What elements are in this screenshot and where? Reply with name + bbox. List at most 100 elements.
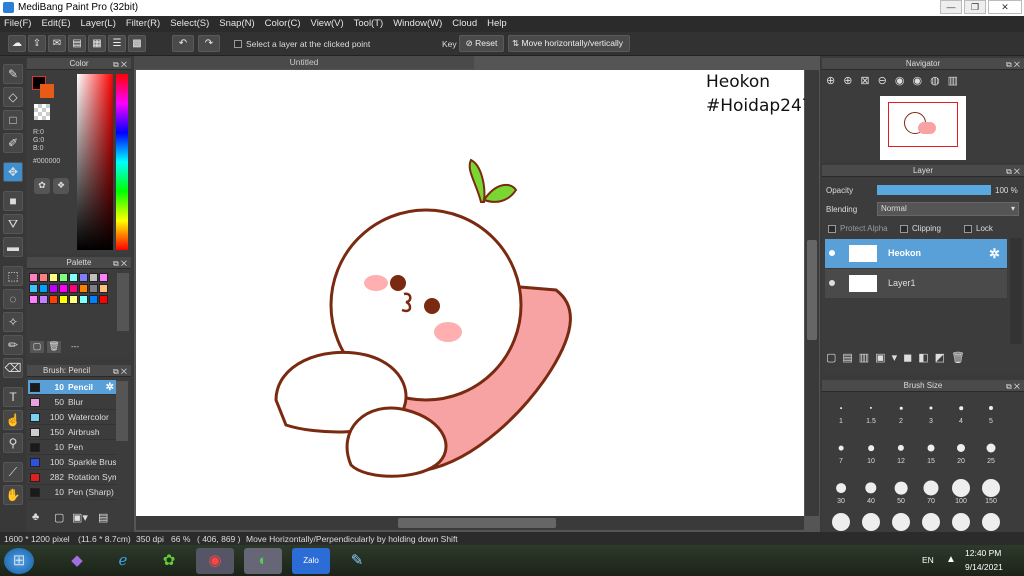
palette-scrollbar[interactable]	[117, 273, 129, 331]
brush-size-option[interactable]: 100	[946, 475, 976, 505]
hand-tool-icon[interactable]: ✋	[3, 485, 23, 505]
palette-swatch[interactable]	[49, 273, 58, 282]
comment-icon[interactable]: ✉	[48, 35, 66, 52]
brush-item[interactable]: 10 Pencil ✲	[28, 380, 116, 395]
color-mix-icon[interactable]: ❖	[53, 178, 69, 194]
brush-size-option[interactable]: 70	[916, 475, 946, 505]
brush-size-option[interactable]: 150	[976, 475, 1006, 505]
close-button[interactable]: ✕	[988, 0, 1022, 14]
minimize-button[interactable]: —	[940, 0, 962, 14]
brush-size-option[interactable]: 20	[946, 435, 976, 465]
layer-row-layer1[interactable]: Layer1	[825, 269, 1007, 298]
palette-swatch[interactable]	[79, 295, 88, 304]
palette-swatch[interactable]	[89, 295, 98, 304]
undo-icon[interactable]: ↶	[172, 35, 194, 52]
operation-tool-icon[interactable]: ☝	[3, 410, 23, 430]
brush-doc-icon[interactable]: ▤	[98, 511, 108, 524]
select-eraser-icon[interactable]: ⌫	[3, 358, 23, 378]
background-color-swatch[interactable]	[40, 84, 54, 98]
gear-icon[interactable]: ✲	[989, 239, 1000, 268]
palette-swatch[interactable]	[39, 273, 48, 282]
brush-item[interactable]: 150 Airbrush	[28, 425, 116, 440]
brush-size-option[interactable]: 15	[916, 435, 946, 465]
menu-select[interactable]: Select(S)	[170, 16, 209, 32]
brush-size-option[interactable]: 2	[886, 395, 916, 425]
clock-time[interactable]: 12:40 PM	[965, 548, 1001, 558]
reset-button[interactable]: ⊘ Reset	[459, 35, 504, 52]
gear-icon[interactable]: ✲	[106, 380, 114, 395]
palette-swatch[interactable]	[69, 295, 78, 304]
canvas-horizontal-scrollbar[interactable]	[136, 516, 804, 530]
list-icon[interactable]: ☰	[108, 35, 126, 52]
palette-swatch[interactable]	[29, 284, 38, 293]
bucket-tool-icon[interactable]: ⛛	[3, 214, 23, 234]
panel-close-icon[interactable]: ⧉ ✕	[113, 258, 127, 270]
delete-palette-icon[interactable]: 🗑	[47, 341, 61, 353]
visibility-icon[interactable]	[829, 280, 835, 286]
pen-tool-icon[interactable]: ✐	[3, 133, 23, 153]
new-brush-icon[interactable]: ▢	[54, 511, 64, 524]
menu-window[interactable]: Window(W)	[393, 16, 442, 32]
select-rect-icon[interactable]: ⬚	[3, 266, 23, 286]
restore-button[interactable]: ❐	[964, 0, 986, 14]
opacity-slider[interactable]	[877, 185, 991, 195]
palette-swatch[interactable]	[79, 284, 88, 293]
palette-swatch[interactable]	[59, 284, 68, 293]
horizontal-scroll-thumb[interactable]	[398, 518, 556, 528]
palette-swatch[interactable]	[89, 273, 98, 282]
hue-slider[interactable]	[116, 74, 128, 250]
panel-close-icon[interactable]: ⧉ ✕	[113, 59, 127, 71]
page-icon[interactable]: ▦	[88, 35, 106, 52]
redo-icon[interactable]: ↷	[198, 35, 220, 52]
add-brush-icon[interactable]: ▣▾	[72, 511, 88, 524]
palette-swatch[interactable]	[69, 273, 78, 282]
text-tool-icon[interactable]: T	[3, 387, 23, 407]
grid-icon[interactable]: ▩	[128, 35, 146, 52]
brush-size-option[interactable]: 10	[856, 435, 886, 465]
brush-size-option[interactable]: 12	[886, 435, 916, 465]
palette-swatch[interactable]	[79, 273, 88, 282]
palette-swatch[interactable]	[49, 284, 58, 293]
brush-tool-icon[interactable]: ✎	[3, 64, 23, 84]
visual-studio-icon[interactable]: ◆	[58, 548, 96, 574]
blending-select[interactable]: Normal ▾	[877, 202, 1019, 216]
navigator-toolbar[interactable]: ⊕⊕⊠⊖◉◉◍▥	[826, 74, 1016, 90]
color-wheel-icon[interactable]: ✿	[34, 178, 50, 194]
document-tab[interactable]: Untitled	[134, 56, 474, 69]
chrome-icon[interactable]: ◉	[196, 548, 234, 574]
brush-size-option[interactable]: 7	[826, 435, 856, 465]
layer-row-heokon[interactable]: Heokon ✲	[825, 239, 1007, 268]
divide-tool-icon[interactable]: ⟋	[3, 462, 23, 482]
menu-color[interactable]: Color(C)	[265, 16, 301, 32]
menu-edit[interactable]: Edit(E)	[41, 16, 70, 32]
internet-explorer-icon[interactable]: ℯ	[104, 548, 142, 574]
brush-size-option[interactable]: 40	[856, 475, 886, 505]
palette-swatch[interactable]	[99, 284, 108, 293]
brush-size-option[interactable]: 25	[976, 435, 1006, 465]
visibility-icon[interactable]	[829, 250, 835, 256]
palette-swatch[interactable]	[59, 273, 68, 282]
protect-alpha-checkbox[interactable]	[828, 225, 836, 233]
panel-close-icon[interactable]: ⧉ ✕	[1006, 59, 1020, 71]
menu-snap[interactable]: Snap(N)	[219, 16, 254, 32]
eraser-tool-icon[interactable]: ◇	[3, 87, 23, 107]
brush-settings-icon[interactable]: ♣	[32, 511, 39, 523]
vertical-scroll-thumb[interactable]	[807, 240, 817, 340]
brush-size-option[interactable]: 5	[976, 395, 1006, 425]
lasso-icon[interactable]: ◌	[3, 289, 23, 309]
coccoc-icon[interactable]: ✿	[150, 548, 188, 574]
drawing-canvas[interactable]: Heokon #Hoidap247	[136, 70, 813, 516]
palette-swatch[interactable]	[89, 284, 98, 293]
move-tool-icon[interactable]: ✥	[3, 162, 23, 182]
palette-swatch[interactable]	[39, 295, 48, 304]
note-icon[interactable]: ▤	[68, 35, 86, 52]
layer-actions[interactable]: ▢▤▥▣▾◼◧◩🗑	[826, 351, 1020, 371]
menu-layer[interactable]: Layer(L)	[81, 16, 116, 32]
zalo-icon[interactable]: Zalo	[292, 548, 330, 574]
language-indicator[interactable]: EN	[922, 555, 934, 565]
clipping-checkbox[interactable]	[900, 225, 908, 233]
transparent-swatch[interactable]	[34, 104, 50, 120]
new-palette-icon[interactable]: ▢	[30, 341, 44, 353]
brush-item[interactable]: 50 Blur	[28, 395, 116, 410]
palette-swatch[interactable]	[29, 295, 38, 304]
